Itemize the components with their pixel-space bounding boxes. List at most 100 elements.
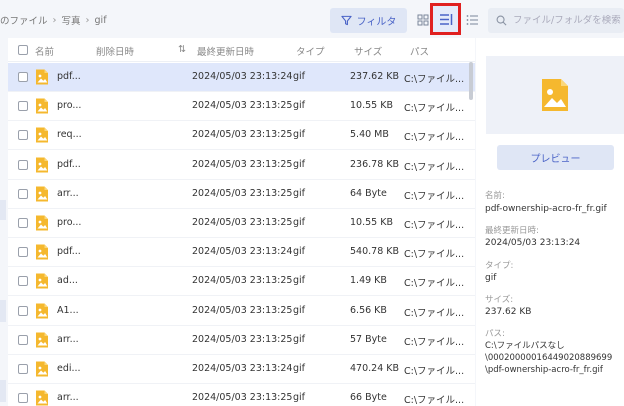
file-path: C:\ファイル... xyxy=(404,366,465,377)
file-name: A1... xyxy=(57,304,79,316)
file-path: C:\ファイル... xyxy=(404,220,465,231)
modified-date: 2024/05/03 23:13:25 xyxy=(192,217,293,228)
image-file-icon xyxy=(36,273,48,289)
row-checkbox[interactable] xyxy=(18,218,28,228)
row-checkbox[interactable] xyxy=(18,364,28,374)
file-type: gif xyxy=(293,304,306,316)
file-size: 236.78 KB xyxy=(350,158,400,170)
file-path: C:\ファイル... xyxy=(404,103,465,115)
table-row[interactable]: arr... 2024/05/03 23:13:25 gif 64 Byte C:\ファ… xyxy=(8,180,475,209)
list-view-button[interactable] xyxy=(463,10,481,30)
table-row[interactable]: ad... 2024/05/03 23:13:25 gif 1.49 KB C:\ファイ… xyxy=(8,267,475,297)
file-name: pdf... xyxy=(57,71,81,82)
grid-view-icon xyxy=(417,14,429,26)
row-checkbox[interactable] xyxy=(18,188,28,199)
column-header-name[interactable]: 名前 xyxy=(35,44,54,58)
table-row[interactable]: arr... 2024/05/03 23:13:25 gif 57 Byte C:\ファ… xyxy=(8,326,475,355)
detail-view-button[interactable] xyxy=(430,3,461,35)
row-checkbox[interactable] xyxy=(18,159,28,170)
file-type: gif xyxy=(293,158,306,170)
column-header-path[interactable]: パス xyxy=(410,44,429,58)
table-row[interactable]: pro... 2024/05/03 23:13:25 gif 10.55 KB C:\フ… xyxy=(8,209,475,238)
file-size: 1.49 KB xyxy=(350,275,387,287)
file-path: C:\ファイル... xyxy=(404,132,465,144)
image-file-icon xyxy=(36,244,48,260)
file-type: gif xyxy=(293,187,306,199)
image-file-icon xyxy=(542,79,568,111)
type-value: gif xyxy=(485,273,497,283)
scrollbar[interactable] xyxy=(469,62,473,100)
filter-button[interactable]: フィルタ xyxy=(330,8,407,33)
file-type: gif xyxy=(293,275,306,287)
file-path: C:\ファイル... xyxy=(404,278,465,290)
table-row[interactable]: pdf... 2024/05/03 23:13:24 gif 237.62 KB C:\… xyxy=(8,63,475,92)
row-checkbox[interactable] xyxy=(18,130,28,141)
left-edge-marker xyxy=(0,380,6,402)
file-size: 6.56 KB xyxy=(350,304,387,316)
file-name: pro... xyxy=(57,217,82,228)
table-row[interactable]: arr... 2024/05/03 23:13:25 gif 66 Byte C:\ファ… xyxy=(8,384,475,406)
image-file-icon xyxy=(36,332,48,348)
row-checkbox[interactable] xyxy=(18,101,28,112)
search-icon xyxy=(496,15,507,26)
size-label: サイズ: xyxy=(485,295,514,305)
file-path: C:\ファイル... xyxy=(404,161,465,173)
list-view-icon xyxy=(466,15,478,25)
breadcrumb-item[interactable]: のファイル xyxy=(0,13,48,27)
column-header-modified[interactable]: 最終更新日時 xyxy=(197,44,254,58)
file-name: ad... xyxy=(57,275,78,287)
table-row[interactable]: pdf... 2024/05/03 23:13:24 gif 540.78 KB C:\… xyxy=(8,238,475,268)
breadcrumb-item[interactable]: gif xyxy=(95,15,107,26)
detail-view-icon xyxy=(439,13,452,25)
size-value: 237.62 KB xyxy=(485,307,532,317)
path-value-line: C:\ファイルパスなし xyxy=(485,341,565,351)
modified-date: 2024/05/03 23:13:25 xyxy=(192,275,293,287)
row-checkbox[interactable] xyxy=(18,334,28,345)
sort-icon[interactable]: ⇅ xyxy=(178,44,186,55)
row-checkbox[interactable] xyxy=(18,247,28,258)
table-row[interactable]: req... 2024/05/03 23:13:25 gif 5.40 MB C:\ファ… xyxy=(8,121,475,151)
row-checkbox[interactable] xyxy=(18,276,28,287)
modified-date: 2024/05/03 23:13:25 xyxy=(192,158,293,170)
column-header-type[interactable]: タイプ xyxy=(296,44,325,58)
file-name: pdf... xyxy=(57,246,81,258)
preview-button[interactable]: プレビュー xyxy=(497,145,614,170)
file-name: arr... xyxy=(57,392,79,404)
chevron-right-icon: › xyxy=(85,14,90,26)
image-file-icon xyxy=(36,390,48,406)
funnel-icon xyxy=(340,15,352,26)
preview-panel: プレビュー 名前: pdf-ownership-acro-fr_fr.gif 最… xyxy=(476,38,624,406)
left-edge-marker xyxy=(0,300,6,322)
file-type: gif xyxy=(293,129,306,141)
table-row[interactable]: pdf... 2024/05/03 23:13:25 gif 236.78 KB C:\… xyxy=(8,151,475,180)
file-type: gif xyxy=(293,100,306,112)
modified-date: 2024/05/03 23:13:25 xyxy=(192,333,293,345)
filter-label: フィルタ xyxy=(356,17,397,28)
breadcrumb-item[interactable]: 写真 xyxy=(62,13,81,27)
row-checkbox[interactable] xyxy=(18,305,28,316)
select-all-checkbox[interactable] xyxy=(18,45,28,55)
column-header-deleted[interactable]: 削除日時 xyxy=(96,44,134,58)
table-row[interactable]: edi... 2024/05/03 23:13:24 gif 470.24 KB C:\… xyxy=(8,355,475,384)
modified-value: 2024/05/03 23:13:24 xyxy=(485,238,581,248)
column-header-size[interactable]: サイズ xyxy=(354,44,382,58)
table-row[interactable]: pro... 2024/05/03 23:13:25 gif 10.55 KB C:\フ… xyxy=(8,92,475,122)
file-table: 名前 削除日時 ⇅ 最終更新日時 タイプ サイズ パス pdf... 2024/0… xyxy=(8,38,475,406)
row-checkbox[interactable] xyxy=(18,393,28,404)
image-file-icon xyxy=(36,98,48,114)
name-label: 名前: xyxy=(485,191,505,201)
breadcrumb: のファイル › 写真 › gif xyxy=(0,13,107,28)
file-size: 5.40 MB xyxy=(350,129,389,141)
file-name: arr... xyxy=(57,333,79,345)
file-size: 540.78 KB xyxy=(350,246,400,258)
modified-date: 2024/05/03 23:13:25 xyxy=(192,392,293,404)
modified-date: 2024/05/03 23:13:24 xyxy=(192,71,293,82)
modified-date: 2024/05/03 23:13:25 xyxy=(192,100,293,112)
file-name: req... xyxy=(57,129,82,141)
row-checkbox[interactable] xyxy=(18,72,28,82)
file-path: C:\ファイル... xyxy=(404,74,465,85)
file-name: arr... xyxy=(57,187,79,199)
table-row[interactable]: A1... 2024/05/03 23:13:25 gif 6.56 KB C:\ファイ… xyxy=(8,297,475,326)
search-input[interactable] xyxy=(513,15,623,26)
file-type: gif xyxy=(293,246,306,258)
